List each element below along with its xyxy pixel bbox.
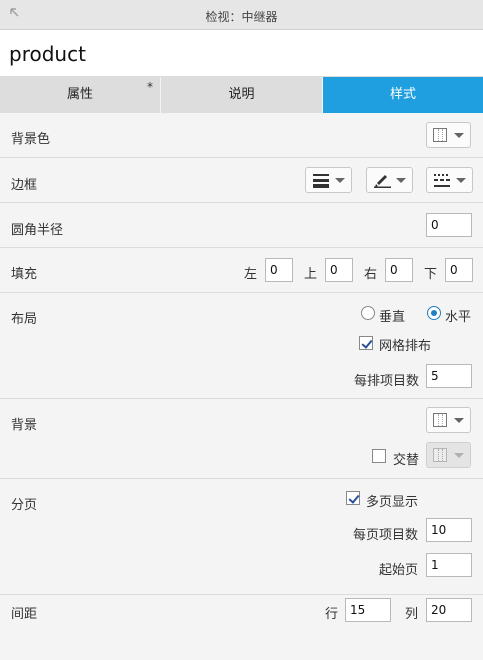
- grid-layout-label: 网格排布: [379, 339, 432, 354]
- title-bar: 检视：中继器: [0, 0, 483, 30]
- background-color-picker[interactable]: [426, 122, 471, 148]
- panel-title: 检视：中继器: [205, 10, 278, 24]
- widget-name-bar: product: [0, 30, 483, 77]
- fill-swatch-icon: [433, 128, 447, 142]
- section-background: 背景 交替: [0, 399, 483, 479]
- padding-bottom-input[interactable]: 0: [445, 258, 473, 282]
- chevron-down-icon: [454, 133, 464, 138]
- layout-vertical-label: 垂直: [379, 310, 406, 325]
- fill-swatch-icon: [433, 413, 447, 427]
- padding-right-input[interactable]: 0: [385, 258, 413, 282]
- border-style-picker[interactable]: [426, 167, 473, 193]
- layout-horizontal-radio[interactable]: [427, 306, 441, 320]
- background-color-label: 背景色: [11, 132, 51, 147]
- section-border: 边框: [0, 158, 483, 203]
- alternate-color-checkbox[interactable]: [372, 449, 386, 463]
- layout-horizontal-label: 水平: [445, 310, 472, 325]
- line-weight-icon: [313, 173, 331, 191]
- grid-layout-checkbox[interactable]: [359, 336, 373, 350]
- start-page-label: 起始页: [379, 563, 419, 578]
- background-fill-picker[interactable]: [426, 407, 471, 433]
- modified-marker: *: [147, 80, 153, 94]
- spacing-label: 间距: [11, 607, 38, 622]
- padding-left-label: 左: [244, 267, 258, 282]
- corner-radius-label: 圆角半径: [11, 223, 64, 238]
- tab-properties-label: 属性: [66, 87, 93, 102]
- spacing-row-input[interactable]: 15: [345, 598, 391, 622]
- tab-notes-label: 说明: [228, 87, 255, 102]
- items-per-row-input[interactable]: 5: [426, 364, 472, 388]
- padding-top-input[interactable]: 0: [325, 258, 353, 282]
- multi-page-label: 多页显示: [366, 495, 419, 510]
- chevron-down-icon: [456, 178, 466, 183]
- border-label: 边框: [11, 178, 38, 193]
- spacing-col-label: 列: [405, 607, 419, 622]
- paging-label: 分页: [11, 498, 38, 513]
- layout-vertical-radio[interactable]: [361, 306, 375, 320]
- padding-left-input[interactable]: 0: [265, 258, 293, 282]
- section-spacing: 间距 行 15 列 20: [0, 595, 483, 640]
- alternate-color-picker[interactable]: [426, 442, 471, 468]
- section-paging: 分页 多页显示 每页项目数 10 起始页 1: [0, 479, 483, 595]
- tab-properties[interactable]: 属性 *: [0, 77, 161, 113]
- section-layout: 布局 垂直 水平 网格排布 每排项目数 5: [0, 293, 483, 399]
- chevron-down-icon: [335, 178, 345, 183]
- padding-label: 填充: [11, 267, 38, 282]
- layout-label: 布局: [11, 312, 38, 327]
- border-color-picker[interactable]: [366, 167, 413, 193]
- line-style-icon: [434, 173, 452, 191]
- spacing-col-input[interactable]: 20: [426, 598, 472, 622]
- tab-style-label: 样式: [389, 87, 416, 102]
- items-per-page-input[interactable]: 10: [426, 518, 472, 542]
- pen-icon: [374, 172, 392, 191]
- padding-right-label: 右: [364, 267, 378, 282]
- chevron-down-icon: [454, 418, 464, 423]
- alternate-color-label: 交替: [393, 453, 420, 468]
- section-background-color: 背景色: [0, 113, 483, 158]
- border-width-picker[interactable]: [305, 167, 352, 193]
- padding-bottom-label: 下: [424, 267, 438, 282]
- items-per-row-label: 每排项目数: [354, 374, 420, 389]
- tab-notes[interactable]: 说明: [161, 77, 323, 113]
- tab-bar: 属性 * 说明 样式: [0, 77, 483, 113]
- background-label: 背景: [11, 418, 38, 433]
- items-per-page-label: 每页项目数: [353, 528, 419, 543]
- widget-name-field[interactable]: product: [9, 42, 86, 66]
- tab-style[interactable]: 样式: [323, 77, 483, 113]
- fill-swatch-icon: [433, 448, 447, 462]
- multi-page-checkbox[interactable]: [346, 491, 360, 505]
- start-page-input[interactable]: 1: [426, 553, 472, 577]
- section-corner-radius: 圆角半径 0: [0, 203, 483, 248]
- section-padding: 填充 左 0 上 0 右 0 下 0: [0, 248, 483, 293]
- chevron-down-icon: [396, 178, 406, 183]
- corner-radius-input[interactable]: 0: [426, 213, 472, 237]
- spacing-row-label: 行: [325, 607, 339, 622]
- padding-top-label: 上: [304, 267, 318, 282]
- chevron-down-icon: [454, 453, 464, 458]
